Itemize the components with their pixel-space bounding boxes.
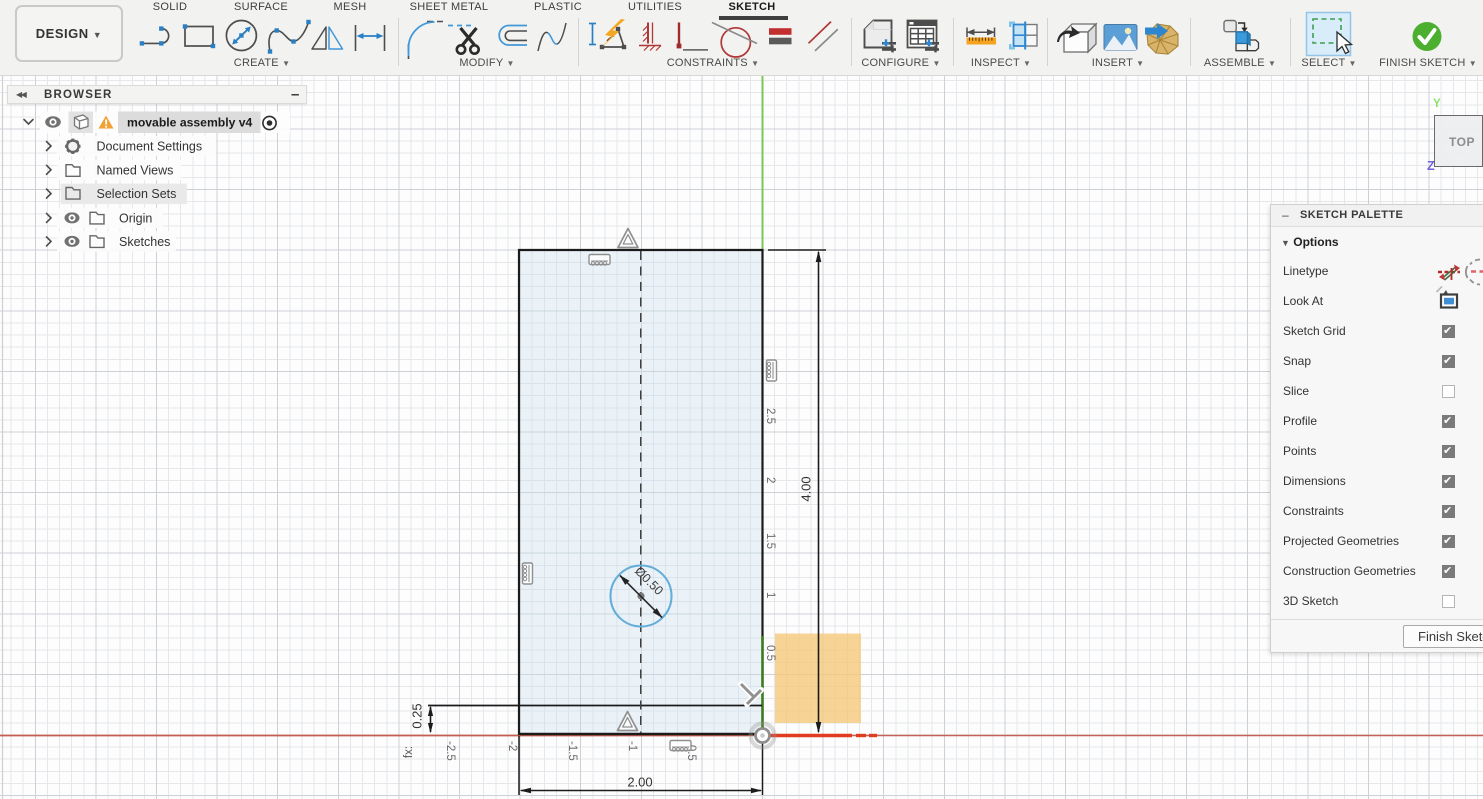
- svg-text:Document Settings: Document Settings: [97, 140, 203, 154]
- svg-text:Named Views: Named Views: [97, 163, 174, 177]
- svg-text:0.5: 0.5: [764, 645, 776, 661]
- svg-text:2.00: 2.00: [627, 775, 652, 790]
- svg-text:movable assembly v4: movable assembly v4: [127, 116, 253, 130]
- svg-text:2.5: 2.5: [764, 408, 776, 424]
- svg-text:Sketches: Sketches: [119, 235, 170, 249]
- svg-text:2: 2: [764, 477, 776, 483]
- svg-text:-1: -1: [626, 741, 638, 751]
- svg-text:0.25: 0.25: [410, 703, 425, 728]
- svg-text:-2: -2: [506, 741, 518, 751]
- svg-text:Selection Sets: Selection Sets: [97, 187, 177, 201]
- svg-text:1: 1: [764, 592, 776, 598]
- svg-text:4.00: 4.00: [799, 476, 814, 501]
- svg-text:-1.5: -1.5: [566, 741, 578, 761]
- svg-text:fx:: fx:: [403, 746, 415, 758]
- svg-text:Origin: Origin: [119, 211, 152, 225]
- svg-text:-2.5: -2.5: [444, 741, 456, 761]
- svg-text:1.5: 1.5: [764, 533, 776, 549]
